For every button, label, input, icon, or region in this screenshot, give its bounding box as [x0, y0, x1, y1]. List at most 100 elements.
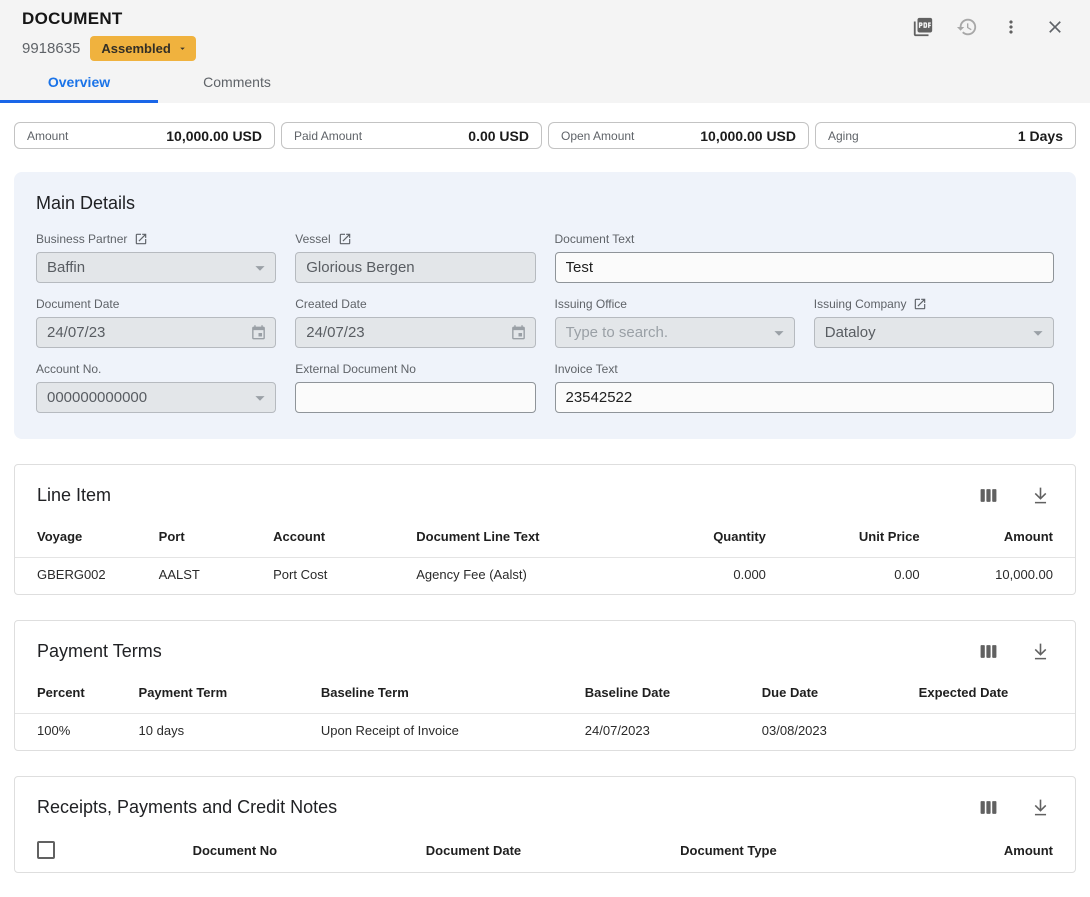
external-link-icon[interactable]: [913, 297, 927, 311]
columns-icon[interactable]: [975, 482, 1001, 508]
table-cell: 10 days: [131, 714, 313, 751]
section-title: Payment Terms: [37, 641, 162, 662]
column-header: Unit Price: [774, 514, 928, 558]
summary-value: 0.00 USD: [468, 128, 529, 144]
table-cell: Port Cost: [265, 558, 408, 595]
section-title: Receipts, Payments and Credit Notes: [37, 797, 337, 818]
summary-card-paid-amount: Paid Amount 0.00 USD: [281, 122, 542, 149]
more-vertical-icon[interactable]: [998, 14, 1024, 40]
payment-terms-table: PercentPayment TermBaseline TermBaseline…: [15, 670, 1075, 750]
table-cell: 0.00: [774, 558, 928, 595]
summary-label: Aging: [828, 129, 859, 143]
field-created-date: Created Date: [295, 296, 535, 348]
column-header: Baseline Term: [313, 670, 577, 714]
field-vessel: Vessel: [295, 231, 535, 283]
field-issuing-company: Issuing Company: [814, 296, 1054, 348]
table-header-row: PercentPayment TermBaseline TermBaseline…: [15, 670, 1075, 714]
summary-label: Amount: [27, 129, 68, 143]
table-cell: [911, 714, 1075, 751]
main-content: Amount 10,000.00 USD Paid Amount 0.00 US…: [0, 103, 1090, 897]
tab-comments[interactable]: Comments: [158, 61, 316, 103]
external-document-no-input[interactable]: [295, 382, 535, 413]
table-cell: 10,000.00: [928, 558, 1075, 595]
table-cell: GBERG002: [15, 558, 151, 595]
table-header-row: VoyagePortAccountDocument Line TextQuant…: [15, 514, 1075, 558]
field-label: Invoice Text: [555, 362, 618, 376]
invoice-text-input[interactable]: [555, 382, 1055, 413]
page-title: DOCUMENT: [22, 9, 196, 29]
table-cell: 100%: [15, 714, 131, 751]
document-date-picker: [36, 317, 276, 348]
issuing-company-select: [814, 317, 1054, 348]
status-badge-dropdown[interactable]: Assembled: [90, 36, 195, 61]
header-actions: [910, 9, 1068, 40]
field-label: Issuing Office: [555, 297, 627, 311]
summary-value: 10,000.00 USD: [700, 128, 796, 144]
field-issuing-office: Issuing Office: [555, 296, 795, 348]
field-label: Document Date: [36, 297, 119, 311]
column-header: Amount: [928, 514, 1075, 558]
header-left: DOCUMENT 9918635 Assembled: [22, 9, 196, 61]
field-label: Account No.: [36, 362, 101, 376]
document-window: DOCUMENT 9918635 Assembled: [0, 0, 1090, 897]
summary-label: Open Amount: [561, 129, 634, 143]
field-label: Issuing Company: [814, 297, 907, 311]
column-header: Document Line Text: [408, 514, 631, 558]
business-partner-select: [36, 252, 276, 283]
close-icon[interactable]: [1042, 14, 1068, 40]
table-row[interactable]: 100%10 daysUpon Receipt of Invoice24/07/…: [15, 714, 1075, 751]
history-icon[interactable]: [954, 14, 980, 40]
summary-card-open-amount: Open Amount 10,000.00 USD: [548, 122, 809, 149]
column-header: Amount: [969, 826, 1075, 872]
created-date-picker: [295, 317, 535, 348]
field-document-text: Document Text: [555, 231, 1055, 283]
column-header: Document No: [185, 826, 418, 872]
columns-icon[interactable]: [975, 638, 1001, 664]
column-header: Quantity: [631, 514, 774, 558]
column-header: Document Type: [672, 826, 969, 872]
section-title: Main Details: [36, 193, 1054, 214]
document-number: 9918635: [22, 40, 80, 57]
table-cell: Upon Receipt of Invoice: [313, 714, 577, 751]
field-document-date: Document Date: [36, 296, 276, 348]
table-row[interactable]: GBERG002AALSTPort CostAgency Fee (Aalst)…: [15, 558, 1075, 595]
table-cell: 24/07/2023: [577, 714, 754, 751]
summary-label: Paid Amount: [294, 129, 362, 143]
table-cell: AALST: [151, 558, 265, 595]
vessel-field: [295, 252, 535, 283]
download-icon[interactable]: [1027, 638, 1053, 664]
payment-terms-section: Payment Terms PercentPayment TermBaselin…: [14, 620, 1076, 751]
column-header: Percent: [15, 670, 131, 714]
columns-icon[interactable]: [975, 794, 1001, 820]
external-link-icon[interactable]: [338, 232, 352, 246]
column-header: Voyage: [15, 514, 151, 558]
main-details-section: Main Details Business Partner: [14, 172, 1076, 439]
pdf-icon[interactable]: [910, 14, 936, 40]
line-item-section: Line Item VoyagePortAccountDocument Line…: [14, 464, 1076, 595]
issuing-office-search: [555, 317, 795, 348]
receipts-section: Receipts, Payments and Credit Notes: [14, 776, 1076, 873]
column-header: Document Date: [418, 826, 672, 872]
column-header: Due Date: [754, 670, 911, 714]
main-details-form: Business Partner Vessel: [36, 231, 1054, 413]
line-item-table: VoyagePortAccountDocument Line TextQuant…: [15, 514, 1075, 594]
receipts-table: Document NoDocument DateDocument TypeAmo…: [15, 826, 1075, 872]
select-all-cell: [15, 826, 185, 872]
download-icon[interactable]: [1027, 482, 1053, 508]
select-all-checkbox[interactable]: [37, 841, 55, 859]
tab-overview[interactable]: Overview: [0, 61, 158, 103]
external-link-icon[interactable]: [134, 232, 148, 246]
section-title: Line Item: [37, 485, 111, 506]
field-label: Document Text: [555, 232, 635, 246]
chevron-down-icon: [177, 43, 188, 54]
field-external-document-no: External Document No: [295, 361, 535, 413]
column-header: Account: [265, 514, 408, 558]
table-cell: 03/08/2023: [754, 714, 911, 751]
download-icon[interactable]: [1027, 794, 1053, 820]
table-header-row: Document NoDocument DateDocument TypeAmo…: [15, 826, 1075, 872]
summary-card-amount: Amount 10,000.00 USD: [14, 122, 275, 149]
document-text-input[interactable]: [555, 252, 1055, 283]
column-header: Port: [151, 514, 265, 558]
field-label: Business Partner: [36, 232, 127, 246]
column-header: Baseline Date: [577, 670, 754, 714]
